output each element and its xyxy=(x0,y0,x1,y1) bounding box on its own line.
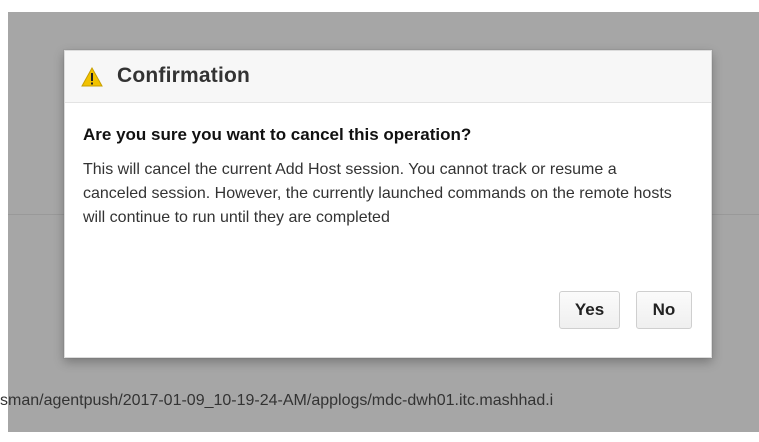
dialog-header: Confirmation xyxy=(65,51,711,103)
background-path-text: sman/agentpush/2017-01-09_10-19-24-AM/ap… xyxy=(0,392,554,409)
dialog-title: Confirmation xyxy=(117,64,251,87)
dialog-message: This will cancel the current Add Host se… xyxy=(83,161,672,226)
confirmation-dialog: Confirmation Are you sure you want to ca… xyxy=(64,50,712,358)
warning-icon xyxy=(81,66,103,87)
no-button[interactable]: No xyxy=(636,291,692,329)
dialog-question: Are you sure you want to cancel this ope… xyxy=(83,125,472,144)
yes-button[interactable]: Yes xyxy=(559,291,620,329)
